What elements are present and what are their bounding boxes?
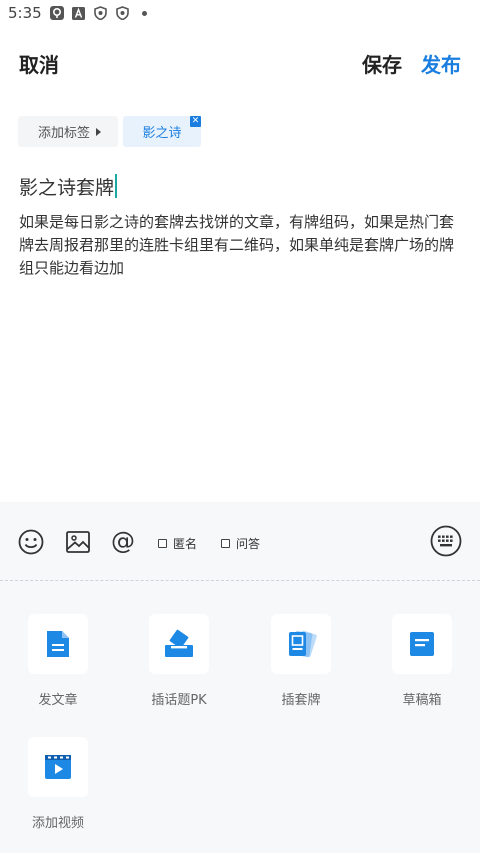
publish-button[interactable]: 发布 [421,49,461,78]
card-deck-icon [271,614,331,674]
status-time: 5:35 [8,4,42,22]
document-icon [28,614,88,674]
emoji-icon[interactable] [17,528,45,556]
post-editor-screen: 5:35 取消 保存 发布 添加标签 影之诗 ✕ 影之诗套牌 如果是每日影之诗的… [0,0,480,853]
anonymous-label: 匿名 [173,537,198,551]
title-text: 影之诗套牌 [19,176,115,199]
insert-topic-pk-label: 插话题PK [151,693,207,708]
remove-tag-icon[interactable]: ✕ [190,116,201,127]
drafts-label: 草稿箱 [402,693,442,708]
mention-icon[interactable]: @ [109,527,137,556]
add-video-button[interactable]: 添加视频 [3,737,113,831]
save-button[interactable]: 保存 [362,49,402,78]
anonymous-checkbox[interactable]: 匿名 [158,535,197,552]
text-cursor [115,174,118,198]
post-article-button[interactable]: 发文章 [3,614,113,708]
shield-icon [116,6,130,20]
keyboard-icon[interactable] [430,525,462,557]
insert-panel: 发文章 插话题PK 插套牌 草稿箱 添加视频 [0,581,480,853]
video-icon [28,737,88,797]
qa-label: 问答 [236,537,261,551]
caret-right-icon [96,127,102,136]
cancel-button[interactable]: 取消 [19,49,59,78]
qa-checkbox-box [221,539,230,548]
add-tag-label: 添加标签 [38,126,91,141]
add-video-label: 添加视频 [31,816,84,831]
vote-box-icon [149,614,209,674]
editor-header: 取消 保存 发布 [0,36,480,92]
insert-topic-pk-button[interactable]: 插话题PK [124,614,234,708]
tag-chip-label: 影之诗 [142,126,182,141]
shield-icon [94,6,108,20]
body-textarea[interactable]: 如果是每日影之诗的套牌去找饼的文章，有牌组码，如果是热门套牌去周报君那里的连胜卡… [19,211,459,280]
app-notification-icon [49,6,64,20]
more-notifications-icon [141,10,147,16]
post-article-label: 发文章 [38,693,78,708]
a-badge-icon [72,6,86,20]
drafts-button[interactable]: 草稿箱 [367,614,477,708]
editor-toolbar: @ 匿名 问答 [0,502,480,582]
image-icon[interactable] [64,528,92,556]
qa-checkbox[interactable]: 问答 [221,535,260,552]
anonymous-checkbox-box [158,539,167,548]
title-input[interactable]: 影之诗套牌 [19,173,118,199]
add-tag-button[interactable]: 添加标签 [18,116,118,147]
insert-deck-label: 插套牌 [281,693,321,708]
drafts-icon [392,614,452,674]
insert-deck-button[interactable]: 插套牌 [246,614,356,708]
status-bar: 5:35 [0,0,480,26]
svg-text:@: @ [111,528,135,555]
